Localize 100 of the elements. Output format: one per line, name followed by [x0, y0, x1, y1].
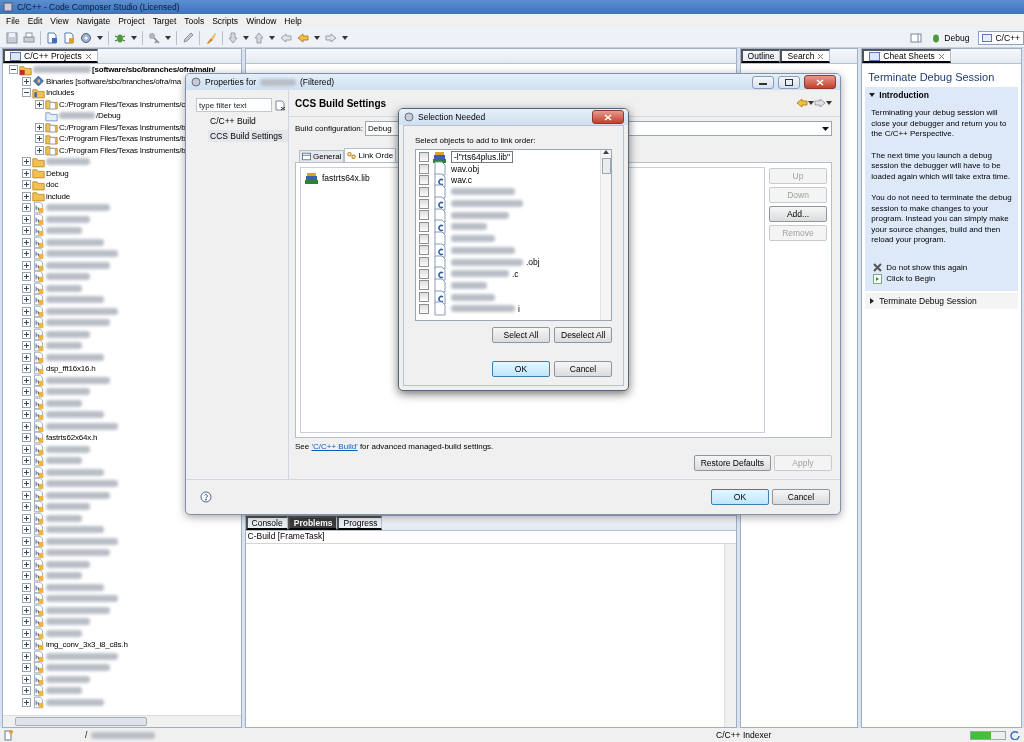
tree-item[interactable]: C:/Program Files/Texas Instruments/b — [59, 134, 186, 144]
checkbox[interactable] — [419, 268, 429, 279]
expander-icon[interactable] — [35, 99, 44, 109]
action-button[interactable]: Restore Defaults — [693, 455, 771, 471]
arrow-up-icon[interactable] — [603, 150, 609, 154]
expander-icon[interactable] — [869, 297, 876, 304]
menu-item[interactable]: Help — [280, 16, 306, 26]
checkbox[interactable] — [419, 303, 429, 314]
document-icon[interactable] — [46, 31, 58, 44]
ok-button[interactable]: OK — [711, 489, 769, 505]
menu-item[interactable]: Tools — [180, 16, 209, 26]
expander-icon[interactable] — [22, 640, 31, 650]
expander-icon[interactable] — [35, 145, 44, 155]
checkbox[interactable] — [419, 163, 429, 174]
nav-item[interactable]: C/C++ Build — [208, 115, 288, 127]
expander-icon[interactable] — [22, 329, 31, 339]
expander-icon[interactable] — [22, 513, 31, 523]
scrollbar-thumb[interactable] — [15, 717, 147, 726]
view-tab[interactable]: Cheat Sheets — [862, 49, 951, 63]
expander-icon[interactable] — [22, 387, 31, 397]
close-button[interactable] — [592, 110, 624, 124]
expander-icon[interactable] — [22, 168, 31, 178]
close-button[interactable] — [804, 75, 836, 89]
checkbox[interactable] — [419, 221, 429, 232]
expander-icon[interactable] — [22, 88, 31, 98]
list-item[interactable]: wav.obj — [451, 163, 480, 174]
cancel-button[interactable]: Cancel — [554, 361, 612, 377]
scrollbar[interactable] — [600, 150, 611, 320]
tree-item[interactable]: doc — [46, 180, 59, 190]
menu-item[interactable]: Target — [148, 16, 181, 26]
expander-icon[interactable] — [22, 433, 31, 443]
nav-item[interactable]: CCS Build Settings — [208, 130, 288, 142]
expander-icon[interactable] — [22, 674, 31, 684]
list-button[interactable]: Add... — [769, 206, 827, 222]
expander-icon[interactable] — [35, 134, 44, 144]
expander-icon[interactable] — [22, 306, 31, 316]
build-link[interactable]: 'C/C++ Build' — [311, 442, 358, 451]
tree-item[interactable]: img_conv_3x3_i8_c8s.h — [46, 640, 128, 650]
checkbox[interactable] — [419, 245, 429, 256]
tree-item[interactable]: C:/Program Files/Texas Instruments/c — [59, 99, 186, 109]
expander-icon[interactable] — [22, 594, 31, 604]
expander-icon[interactable] — [22, 352, 31, 362]
expander-icon[interactable] — [35, 122, 44, 132]
expander-icon[interactable] — [22, 479, 31, 489]
expander-icon[interactable] — [22, 444, 31, 454]
scrollbar[interactable] — [723, 544, 736, 727]
tab[interactable]: Link Orde — [344, 148, 397, 162]
expander-icon[interactable] — [22, 237, 31, 247]
document-icon[interactable] — [63, 31, 75, 44]
ok-button[interactable]: OK — [492, 361, 550, 377]
expander-icon[interactable] — [9, 65, 18, 75]
perspective-button[interactable]: C/C++ — [978, 30, 1024, 45]
checkbox[interactable] — [419, 280, 429, 291]
expander-icon[interactable] — [22, 272, 31, 282]
expander-icon[interactable] — [22, 525, 31, 535]
action-link[interactable]: Do not show this again — [865, 261, 976, 273]
checkbox[interactable] — [419, 233, 429, 244]
rename-field[interactable]: -l"rts64plus.lib" — [451, 150, 514, 163]
expander-icon[interactable] — [22, 226, 31, 236]
expander-icon[interactable] — [22, 295, 31, 305]
expander-icon[interactable] — [22, 571, 31, 581]
arrow-left-icon[interactable] — [297, 32, 309, 43]
menu-item[interactable]: Navigate — [72, 16, 115, 26]
expander-icon[interactable] — [22, 456, 31, 466]
expander-icon[interactable] — [22, 410, 31, 420]
expander-icon[interactable] — [22, 76, 31, 86]
expander-icon[interactable] — [22, 260, 31, 270]
expander-icon[interactable] — [22, 180, 31, 190]
list-item[interactable]: .c — [512, 268, 519, 279]
help-icon[interactable] — [200, 491, 212, 503]
expander-icon[interactable] — [22, 421, 31, 431]
menu-item[interactable]: File — [2, 16, 24, 26]
tree-item[interactable]: /Debug — [96, 111, 121, 121]
expander-icon[interactable] — [22, 548, 31, 558]
expander-icon[interactable] — [22, 398, 31, 408]
expander-icon[interactable] — [22, 617, 31, 627]
expander-icon[interactable] — [22, 559, 31, 569]
expander-icon[interactable] — [22, 467, 31, 477]
expander-icon[interactable] — [22, 502, 31, 512]
menu-item[interactable]: Window — [242, 16, 281, 26]
expander-icon[interactable] — [22, 318, 31, 328]
menu-item[interactable]: Edit — [23, 16, 47, 26]
view-tab[interactable]: Problems — [287, 516, 338, 530]
list-item[interactable]: fastrts64x.lib — [322, 173, 370, 183]
checkbox[interactable] — [419, 198, 429, 209]
expander-icon[interactable] — [22, 536, 31, 546]
cancel-button[interactable]: Cancel — [772, 489, 830, 505]
tree-item[interactable]: C:/Program Files/Texas Instruments/b — [59, 145, 186, 155]
back-icon[interactable] — [796, 98, 808, 108]
pencil-icon[interactable] — [182, 31, 194, 44]
view-tab[interactable]: C/C++ Projects — [3, 49, 98, 63]
checkbox[interactable] — [419, 186, 429, 197]
expander-icon[interactable] — [869, 92, 876, 98]
expander-icon[interactable] — [22, 283, 31, 293]
list-item[interactable]: .obj — [526, 257, 540, 268]
select-all-button[interactable]: Select All — [492, 327, 550, 343]
expander-icon[interactable] — [22, 191, 31, 201]
tab[interactable]: General — [299, 150, 345, 162]
view-tab[interactable]: Search — [780, 49, 831, 63]
section-header[interactable]: Introduction — [865, 87, 933, 103]
